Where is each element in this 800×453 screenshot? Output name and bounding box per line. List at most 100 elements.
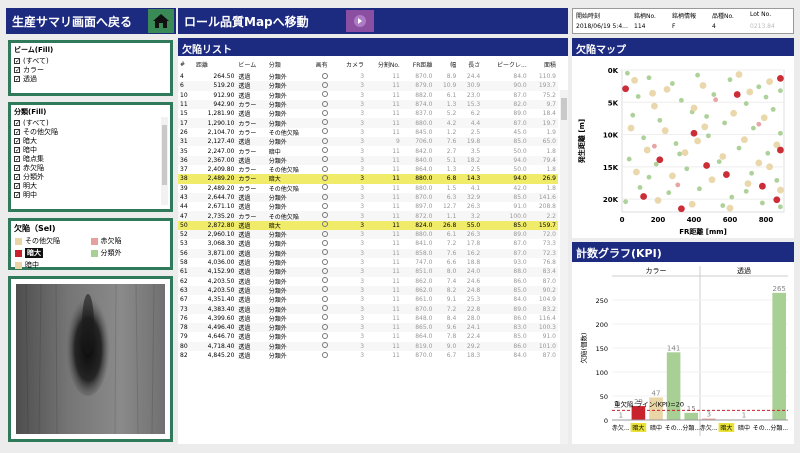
map-point[interactable]	[756, 84, 762, 90]
image-radio-icon[interactable]	[321, 184, 328, 191]
table-row[interactable]: 4 264.50 透過 分類外 3 11 870.0 8.9 24.4 84.0 110.9	[178, 72, 558, 81]
table-row[interactable]: 36 2,367.00 透過 分類外 3 11 840.0 5.1 18.2 94.0 79.4	[178, 155, 558, 165]
checkbox-checked-icon[interactable]: ✓	[14, 66, 20, 73]
table-row[interactable]: 61 4,152.90 透過 分類外 3 11 851.0 8.0 24.0 88.0 83.4	[178, 267, 558, 277]
map-point[interactable]	[623, 199, 628, 205]
kpi-bar-chart[interactable]: カラー 透過050100150200250欠陥(個数)1赤欠...29暗大47暗中…	[572, 262, 794, 444]
kpi-bar[interactable]	[684, 412, 698, 420]
kpi-bar[interactable]	[772, 292, 786, 420]
map-point[interactable]	[627, 124, 635, 132]
map-point[interactable]	[653, 161, 659, 167]
map-point[interactable]	[688, 200, 696, 208]
map-point[interactable]	[679, 97, 684, 103]
map-point[interactable]	[736, 145, 742, 151]
map-point[interactable]	[723, 171, 730, 178]
table-row[interactable]: 37 2,409.80 カラー その他欠陥 3 11 864.0 1.3 2.5 50.0 1.8	[178, 165, 558, 174]
image-radio-icon[interactable]	[321, 100, 328, 107]
map-point[interactable]	[756, 121, 762, 127]
map-point[interactable]	[733, 91, 741, 98]
map-point[interactable]	[641, 135, 646, 141]
map-point[interactable]	[695, 72, 700, 78]
table-row[interactable]: 58 4,036.00 透過 分類外 3 11 747.0 6.6 18.8 93.0 76.8	[178, 258, 558, 267]
map-point[interactable]	[663, 85, 671, 93]
legend-item[interactable]: 暗中	[15, 260, 91, 270]
map-point[interactable]	[706, 133, 711, 139]
table-row[interactable]: 26 2,104.70 カラー その他欠陥 3 11 845.0 1.2 2.5 45.0 1.9	[178, 128, 558, 137]
column-header[interactable]: 面積	[529, 56, 558, 72]
image-radio-icon[interactable]	[321, 342, 328, 349]
quality-map-button[interactable]: ロール品質Mapへ移動	[178, 8, 568, 34]
image-radio-icon[interactable]	[321, 314, 328, 321]
map-point[interactable]	[661, 127, 669, 135]
arrow-right-icon[interactable]	[346, 10, 374, 32]
table-row[interactable]: 39 2,489.20 カラー その他欠陥 3 11 880.0 1.5 4.1 42.0 1.8	[178, 184, 558, 193]
map-point[interactable]	[746, 88, 754, 96]
table-row[interactable]: 38 2,489.20 カラー 暗大 3 11 880.0 6.8 14.3 94.0 26.9	[178, 174, 558, 184]
kpi-bar[interactable]	[666, 352, 681, 420]
table-row[interactable]: 35 2,247.00 カラー 暗中 3 11 842.0 2.7 3.5 50.0 1.8	[178, 146, 558, 156]
checkbox-checked-icon[interactable]: ✓	[14, 119, 20, 126]
map-point[interactable]	[727, 77, 733, 83]
table-row[interactable]: 82 4,845.20 透過 分類外 3 11 870.0 6.7 18.3 84.0 87.0	[178, 351, 558, 360]
map-point[interactable]	[697, 186, 702, 192]
column-header[interactable]: 画有	[314, 56, 336, 72]
class-filter-scrollbar[interactable]	[161, 117, 168, 205]
column-header[interactable]: FR距離	[402, 56, 435, 72]
table-row[interactable]: 73 4,383.40 透過 分類外 3 11 870.0 7.2 22.8 89.0 83.2	[178, 304, 558, 314]
map-point[interactable]	[677, 151, 682, 157]
table-row[interactable]: 52 2,960.10 透過 分類外 3 11 880.0 6.1 26.3 89.0 72.0	[178, 230, 558, 240]
map-point[interactable]	[720, 203, 726, 208]
map-point[interactable]	[701, 123, 709, 131]
map-point[interactable]	[678, 205, 685, 213]
column-header[interactable]: #	[178, 56, 194, 72]
map-point[interactable]	[749, 170, 754, 176]
table-row[interactable]: 56 3,871.00 透過 分類外 3 11 858.0 7.6 16.2 87.0 72.3	[178, 248, 558, 258]
map-point[interactable]	[681, 149, 689, 157]
column-header[interactable]: ビーム	[236, 56, 266, 72]
checkbox-checked-icon[interactable]: ✓	[14, 164, 20, 171]
table-row[interactable]: 44 2,671.10 透過 分類外 3 11 897.0 12.7 26.3 91.0 208.8	[178, 202, 558, 211]
map-point[interactable]	[652, 143, 657, 149]
map-point[interactable]	[778, 130, 783, 136]
table-row[interactable]: 11 942.90 カラー 分類外 3 11 874.0 1.3 15.3 82.0 9.7	[178, 99, 558, 110]
table-row[interactable]: 80 4,718.40 透過 分類外 3 11 819.0 9.0 29.2 86.0 101.0	[178, 341, 558, 351]
checkbox-checked-icon[interactable]: ✓	[14, 182, 20, 189]
checkbox-checked-icon[interactable]: ✓	[14, 173, 20, 180]
map-point[interactable]	[713, 97, 718, 103]
map-point[interactable]	[640, 193, 647, 200]
image-radio-icon[interactable]	[321, 305, 328, 312]
checkbox-checked-icon[interactable]: ✓	[14, 146, 20, 153]
table-row[interactable]: 15 1,281.90 透過 分類外 3 11 837.0 5.2 6.2 89.0 18.4	[178, 109, 558, 118]
map-point[interactable]	[690, 104, 698, 112]
image-radio-icon[interactable]	[321, 295, 328, 302]
table-row[interactable]: 67 4,351.40 透過 分類外 3 11 861.0 9.1 25.3 84.0 104.9	[178, 295, 558, 304]
map-point[interactable]	[778, 204, 783, 210]
table-row[interactable]: 47 2,735.20 カラー その他欠陥 3 11 872.0 1.1 3.2 100.0 2.2	[178, 211, 558, 221]
image-radio-icon[interactable]	[321, 212, 328, 219]
map-point[interactable]	[743, 101, 749, 106]
map-point[interactable]	[657, 117, 663, 123]
map-point[interactable]	[765, 150, 771, 156]
map-point[interactable]	[760, 200, 765, 206]
map-point[interactable]	[651, 102, 658, 110]
home-icon[interactable]	[148, 9, 174, 33]
map-point[interactable]	[669, 172, 676, 180]
image-radio-icon[interactable]	[321, 193, 328, 200]
map-point[interactable]	[729, 194, 735, 200]
column-header[interactable]: 幅	[434, 56, 458, 72]
table-row[interactable]: 62 4,203.50 透過 分類外 3 11 862.0 7.4 24.6 86.0 87.0	[178, 277, 558, 286]
map-point[interactable]	[684, 166, 690, 172]
map-point[interactable]	[654, 196, 662, 204]
image-radio-icon[interactable]	[321, 323, 328, 330]
checkbox-checked-icon[interactable]: ✓	[14, 191, 20, 198]
map-point[interactable]	[751, 125, 756, 131]
image-radio-icon[interactable]	[321, 174, 328, 181]
map-point[interactable]	[708, 176, 716, 184]
image-radio-icon[interactable]	[321, 286, 328, 293]
image-radio-icon[interactable]	[321, 147, 328, 154]
map-point[interactable]	[670, 81, 675, 86]
image-radio-icon[interactable]	[321, 81, 328, 88]
map-point[interactable]	[699, 82, 707, 89]
legend-item[interactable]: その他欠陥	[15, 236, 91, 246]
map-point[interactable]	[735, 71, 743, 78]
